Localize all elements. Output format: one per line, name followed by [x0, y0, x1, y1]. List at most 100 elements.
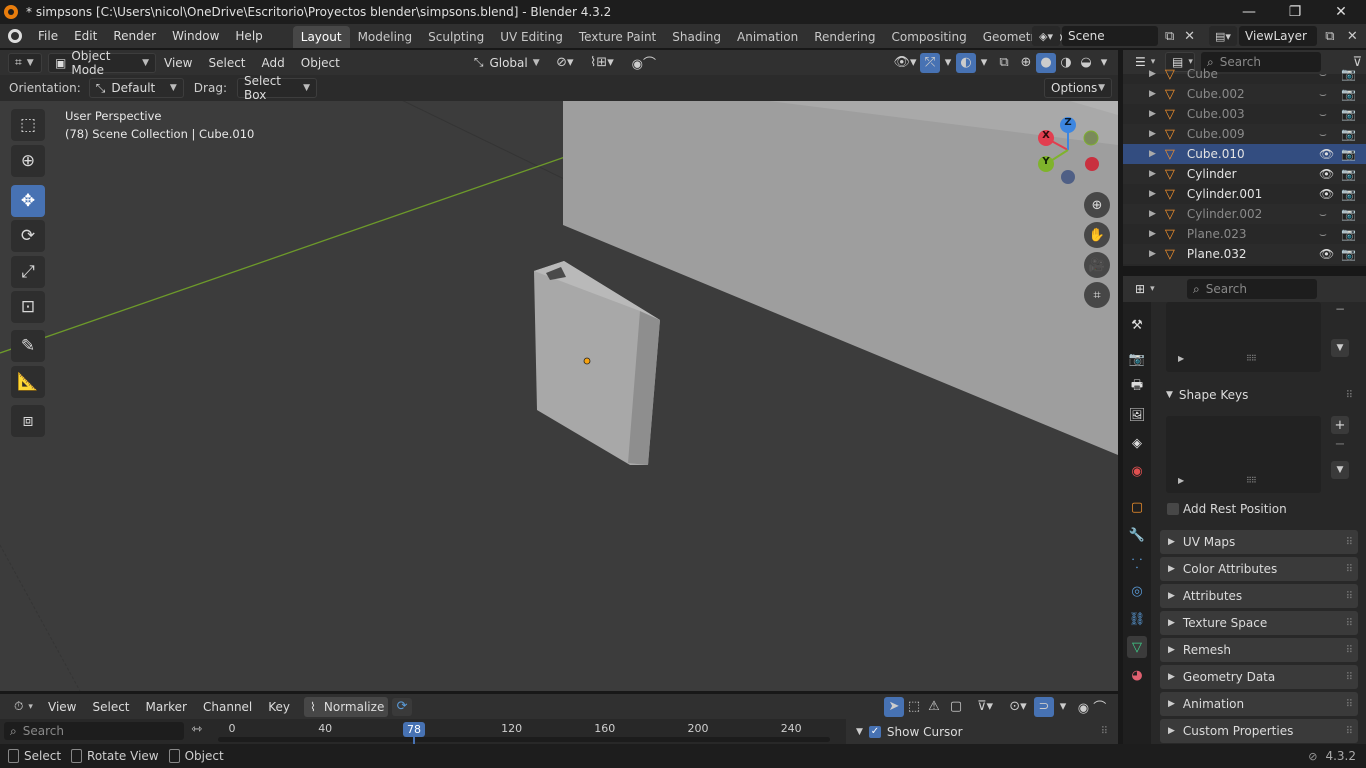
expand-chevron-icon[interactable]: ▶: [1149, 109, 1156, 119]
tab-animation[interactable]: Animation: [729, 26, 806, 48]
expand-chevron-icon[interactable]: ▶: [1149, 229, 1156, 239]
world-tab-icon[interactable]: ◉: [1127, 460, 1147, 482]
create-ghost-icon[interactable]: ▢: [944, 697, 968, 717]
visibility-eye-icon[interactable]: 👁: [1319, 147, 1334, 161]
rotate-tool-icon[interactable]: ⟳: [11, 220, 45, 252]
show-cursor-checkbox[interactable]: ✓: [868, 725, 881, 738]
panel-header-attributes[interactable]: ▶ Attributes ⠿: [1160, 584, 1358, 608]
shading-dropdown-icon[interactable]: ▾: [1096, 53, 1112, 73]
pan-hand-icon[interactable]: ✋: [1084, 222, 1110, 248]
visibility-eye-icon[interactable]: ⌣: [1319, 107, 1327, 122]
tab-rendering[interactable]: Rendering: [806, 26, 883, 48]
render-camera-icon[interactable]: 📷: [1341, 187, 1356, 201]
expand-chevron-icon[interactable]: ▶: [1149, 129, 1156, 139]
perspective-toggle-icon[interactable]: ⌗: [1084, 282, 1110, 308]
outliner-object-name[interactable]: Cube.009: [1187, 127, 1245, 141]
panel-grip-icon[interactable]: ⠿: [1346, 645, 1353, 656]
annotate-tool-icon[interactable]: ✎: [11, 330, 45, 362]
list-expand-icon[interactable]: ▶: [1178, 354, 1184, 363]
outliner-object-name[interactable]: Cube.010: [1187, 147, 1245, 161]
tab-layout[interactable]: Layout: [292, 26, 350, 48]
tab-uv-editing[interactable]: UV Editing: [492, 26, 571, 48]
wireframe-shading-icon[interactable]: ⊕: [1016, 53, 1036, 73]
panel-header-texture-space[interactable]: ▶ Texture Space ⠿: [1160, 611, 1358, 635]
list-expand-icon[interactable]: ▶: [1178, 476, 1184, 485]
expand-chevron-icon[interactable]: ▶: [1149, 69, 1156, 79]
render-camera-icon[interactable]: 📷: [1341, 227, 1356, 241]
only-selected-icon[interactable]: ➤: [884, 696, 904, 717]
outliner-row[interactable]: ▶ ▽ Cube.009 ⌣ 📷: [1123, 124, 1366, 144]
modifiers-tab-icon[interactable]: 🔧: [1127, 524, 1147, 546]
new-view-layer-icon[interactable]: ⧉: [1325, 29, 1334, 44]
outliner-object-name[interactable]: Cylinder.001: [1187, 187, 1262, 201]
add-cube-tool-icon[interactable]: ⧈: [11, 405, 45, 437]
3d-viewport[interactable]: [0, 75, 1118, 691]
pivot-point-icon[interactable]: ⊘▾: [550, 53, 580, 73]
gizmo-toggle-icon[interactable]: ⤱: [920, 52, 940, 73]
solid-shading-icon[interactable]: ●: [1036, 52, 1056, 73]
visibility-eye-icon[interactable]: ⌣: [1319, 67, 1327, 82]
measure-tool-icon[interactable]: 📐: [11, 366, 45, 398]
overlays-dropdown-icon[interactable]: ▾: [976, 53, 992, 73]
panel-header-color-attributes[interactable]: ▶ Color Attributes ⠿: [1160, 557, 1358, 581]
scene-selector-icon[interactable]: ◈▾: [1032, 26, 1060, 46]
add-rest-position-checkbox[interactable]: [1167, 503, 1179, 515]
filter-dropdown-icon[interactable]: ⊽▾: [968, 697, 1002, 717]
outliner-row[interactable]: ▶ ▽ Plane.032 👁 📷: [1123, 244, 1366, 264]
tab-compositing[interactable]: Compositing: [883, 26, 974, 48]
rendered-shading-icon[interactable]: ◒: [1076, 53, 1096, 73]
only-errors-icon[interactable]: ⚠: [924, 697, 944, 717]
object-tab-icon[interactable]: ▢: [1127, 496, 1147, 518]
timeline-search-input[interactable]: ⌕ Search: [4, 722, 184, 740]
shape-keys-panel-header[interactable]: ▼ Shape Keys ⠿: [1160, 383, 1358, 407]
panel-header-geometry-data[interactable]: ▶ Geometry Data ⠿: [1160, 665, 1358, 689]
render-camera-icon[interactable]: 📷: [1341, 167, 1356, 181]
shape-keys-list[interactable]: ▶ ⠿⠿: [1166, 416, 1321, 493]
render-tab-icon[interactable]: 📷: [1127, 348, 1147, 370]
vertex-groups-list[interactable]: ▶ ⠿⠿: [1166, 302, 1321, 372]
outliner-object-name[interactable]: Cube: [1187, 67, 1218, 81]
proportional-editing-icon[interactable]: ◉⌒: [624, 53, 664, 73]
view-layer-tab-icon[interactable]: 🖼: [1127, 404, 1147, 426]
auto-normalize-icon[interactable]: ⟳: [392, 697, 413, 716]
timeline-menu-channel[interactable]: Channel: [195, 695, 260, 719]
proportional-edit-icon[interactable]: ◉ ⌒: [1072, 697, 1112, 717]
minimize-button[interactable]: —: [1226, 0, 1272, 24]
panel-header-custom-properties[interactable]: ▶ Custom Properties ⠿: [1160, 719, 1358, 743]
data-tab-icon[interactable]: ▽: [1127, 636, 1147, 658]
shape-key-remove-icon[interactable]: −: [1331, 437, 1349, 455]
timeline-menu-marker[interactable]: Marker: [138, 695, 195, 719]
panel-grip-icon[interactable]: ⠿: [1346, 699, 1353, 710]
outliner-row[interactable]: ▶ ▽ Cylinder 👁 📷: [1123, 164, 1366, 184]
vertex-group-specials-icon[interactable]: ▼: [1331, 339, 1349, 357]
outliner-row[interactable]: ▶ ▽ Cube.003 ⌣ 📷: [1123, 104, 1366, 124]
normalize-toggle[interactable]: ⌇ Normalize: [304, 696, 389, 717]
visibility-eye-icon[interactable]: 👁: [1319, 167, 1334, 181]
shape-key-specials-icon[interactable]: ▼: [1331, 461, 1349, 479]
menu-window[interactable]: Window: [164, 24, 227, 48]
overlays-toggle-icon[interactable]: ◐: [956, 52, 976, 73]
tool-tab-icon[interactable]: ⚒: [1127, 314, 1147, 336]
panel-header-remesh[interactable]: ▶ Remesh ⠿: [1160, 638, 1358, 662]
visibility-eye-icon[interactable]: 👁: [1319, 247, 1334, 261]
render-camera-icon[interactable]: 📷: [1341, 247, 1356, 261]
scene-name-field[interactable]: Scene: [1062, 26, 1158, 46]
list-resize-grip-icon[interactable]: ⠿⠿: [1246, 476, 1257, 485]
panel-grip-icon[interactable]: ⠿: [1346, 591, 1353, 602]
transform-tool-icon[interactable]: ⊡: [11, 291, 45, 323]
outliner-object-name[interactable]: Plane.023: [1187, 227, 1247, 241]
tab-shading[interactable]: Shading: [664, 26, 729, 48]
panel-grip-icon[interactable]: ⠿: [1346, 564, 1353, 575]
render-camera-icon[interactable]: 📷: [1341, 67, 1356, 81]
properties-search-input[interactable]: ⌕ Search: [1187, 279, 1317, 299]
panel-header-animation[interactable]: ▶ Animation ⠿: [1160, 692, 1358, 716]
editor-type-dropdown[interactable]: ⌗ ▼: [8, 52, 42, 73]
material-preview-icon[interactable]: ◑: [1056, 53, 1076, 73]
panel-header-uv-maps[interactable]: ▶ UV Maps ⠿: [1160, 530, 1358, 554]
tab-modeling[interactable]: Modeling: [350, 26, 421, 48]
panel-grip-icon[interactable]: ⠿: [1346, 618, 1353, 629]
visibility-eye-icon[interactable]: 👁: [1319, 187, 1334, 201]
menu-file[interactable]: File: [30, 24, 66, 48]
show-hidden-icon[interactable]: ⬚: [904, 697, 924, 717]
timeline-menu-view[interactable]: View: [40, 695, 84, 719]
